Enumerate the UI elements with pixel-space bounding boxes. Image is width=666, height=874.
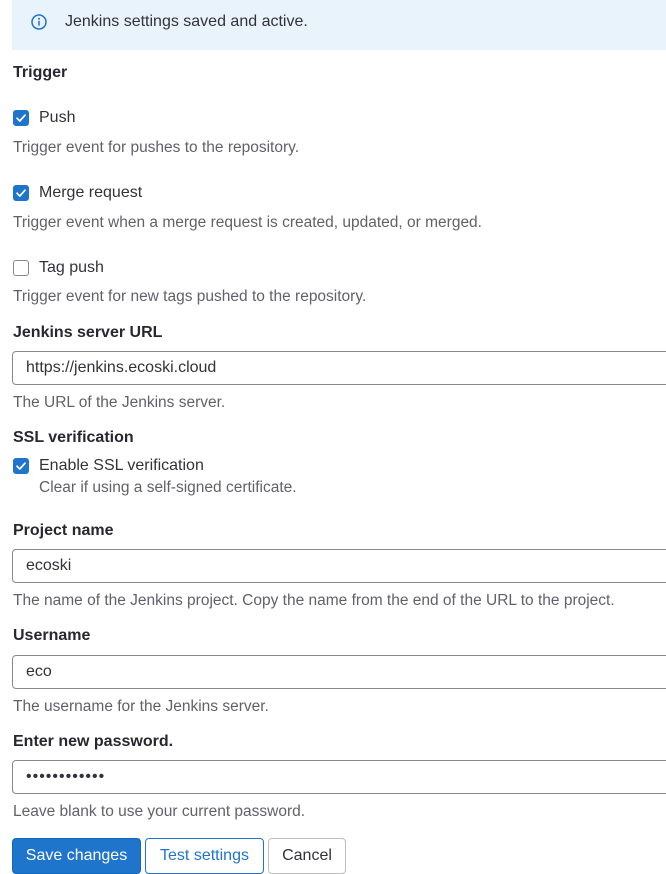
password-masked-value: •••••••••••• [26, 768, 106, 785]
push-label: Push [39, 109, 76, 126]
username-label: Username [13, 627, 91, 644]
project-name-value: ecoski [26, 557, 72, 574]
server-url-input[interactable]: https://jenkins.ecoski.cloud [12, 351, 666, 385]
tag-push-help: Trigger event for new tags pushed to the… [13, 288, 367, 305]
checkmark-icon [16, 114, 26, 122]
username-value: eco [26, 663, 52, 680]
checkmark-icon [16, 462, 26, 470]
server-url-help: The URL of the Jenkins server. [13, 394, 226, 411]
project-name-input[interactable]: ecoski [12, 549, 666, 583]
ssl-checkbox[interactable] [13, 458, 29, 474]
push-help: Trigger event for pushes to the reposito… [13, 139, 300, 156]
project-name-label: Project name [13, 522, 114, 539]
checkmark-icon [16, 189, 26, 197]
username-input[interactable]: eco [12, 655, 666, 689]
merge-request-label: Merge request [39, 184, 143, 201]
merge-request-help: Trigger event when a merge request is cr… [13, 214, 482, 231]
trigger-heading: Trigger [13, 64, 68, 81]
cancel-button[interactable]: Cancel [268, 838, 346, 874]
merge-request-checkbox[interactable] [13, 185, 29, 201]
server-url-label: Jenkins server URL [13, 324, 163, 341]
success-alert: Jenkins settings saved and active. [12, 0, 666, 50]
password-help: Leave blank to use your current password… [13, 803, 306, 820]
server-url-value: https://jenkins.ecoski.cloud [26, 359, 217, 376]
test-settings-button[interactable]: Test settings [145, 838, 264, 874]
password-label: Enter new password. [13, 733, 174, 750]
ssl-heading: SSL verification [13, 429, 134, 446]
username-help: The username for the Jenkins server. [13, 698, 269, 715]
tag-push-label: Tag push [39, 259, 104, 276]
info-icon [31, 14, 47, 30]
project-name-help: The name of the Jenkins project. Copy th… [13, 592, 615, 609]
tag-push-checkbox[interactable] [13, 260, 29, 276]
ssl-help: Clear if using a self-signed certificate… [39, 479, 297, 496]
save-changes-button[interactable]: Save changes [12, 838, 141, 874]
push-checkbox[interactable] [13, 110, 29, 126]
ssl-checkbox-label: Enable SSL verification [39, 457, 204, 474]
password-input[interactable]: •••••••••••• [12, 760, 666, 794]
alert-message: Jenkins settings saved and active. [65, 13, 308, 30]
